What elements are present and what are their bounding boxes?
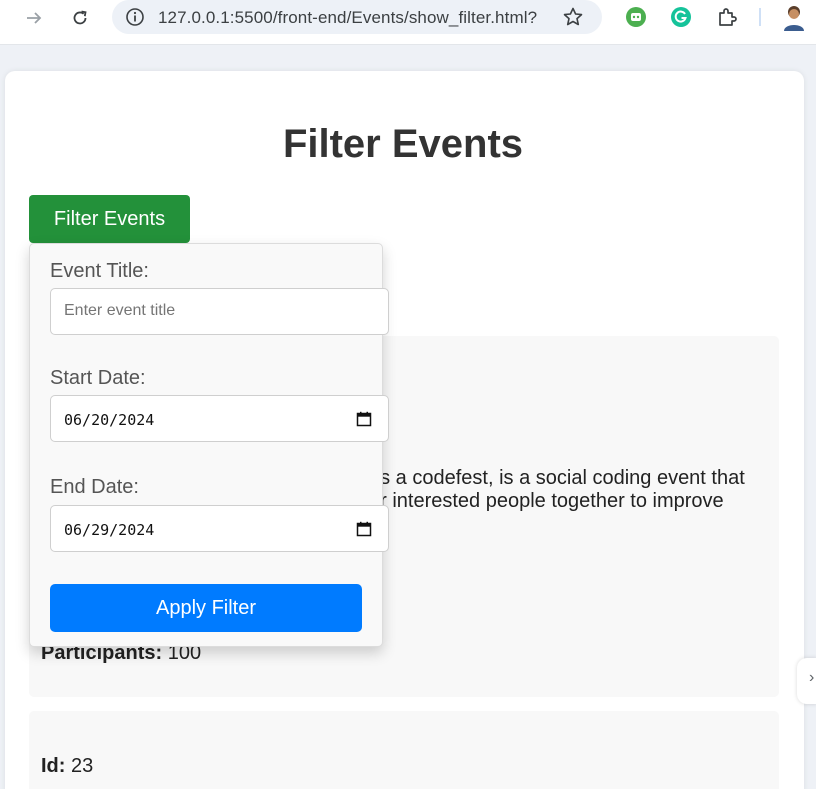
page-title: Filter Events (282, 122, 524, 166)
id-label: Id: (41, 755, 66, 777)
profile-avatar[interactable] (782, 3, 806, 31)
id-value: 23 (71, 755, 94, 777)
end-date-value: 06/29/2024 (64, 521, 155, 539)
site-info-icon[interactable] (125, 7, 145, 27)
start-date-label: Start Date: (50, 367, 146, 389)
address-bar[interactable]: 127.0.0.1:5500/front-end/Events/show_fil… (112, 0, 602, 34)
forward-arrow-icon[interactable] (21, 5, 47, 31)
calendar-icon[interactable] (356, 521, 372, 537)
event-description-line: as a codefest, is a social coding event … (369, 467, 745, 489)
side-panel-toggle[interactable]: › (797, 658, 816, 704)
end-date-label: End Date: (50, 476, 139, 498)
url-text[interactable]: 127.0.0.1:5500/front-end/Events/show_fil… (158, 8, 537, 28)
start-date-input[interactable]: 06/20/2024 (50, 395, 389, 442)
calendar-icon[interactable] (356, 411, 372, 427)
bookmark-star-icon[interactable] (561, 5, 585, 29)
toolbar-divider (759, 8, 761, 26)
end-date-input[interactable]: 06/29/2024 (50, 505, 389, 552)
event-card: Id: 23 (29, 711, 779, 789)
extensions-puzzle-icon[interactable] (715, 5, 739, 29)
browser-toolbar: 127.0.0.1:5500/front-end/Events/show_fil… (0, 0, 816, 45)
event-title-placeholder: Enter event title (64, 302, 176, 319)
filter-events-button[interactable]: Filter Events (29, 195, 190, 243)
robot-extension-icon[interactable] (624, 5, 648, 29)
apply-filter-button[interactable]: Apply Filter (50, 584, 362, 632)
grammarly-icon[interactable] (669, 5, 693, 29)
reload-icon[interactable] (67, 5, 93, 31)
event-description-line: er interested people together to improve (369, 490, 724, 512)
event-title-input[interactable]: Enter event title (50, 288, 389, 335)
event-title-label: Event Title: (50, 260, 149, 282)
event-id: Id: 23 (41, 755, 93, 778)
chevron-right-icon: › (809, 669, 815, 686)
start-date-value: 06/20/2024 (64, 411, 155, 429)
